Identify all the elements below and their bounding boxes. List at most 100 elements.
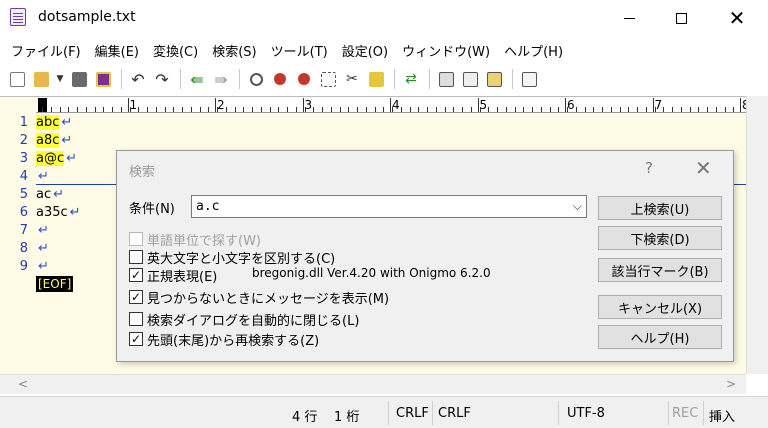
menu-help[interactable]: ヘルプ(H) — [499, 41, 568, 60]
menu-file[interactable]: ファイル(F) — [6, 41, 86, 60]
minimize-button[interactable] — [606, 0, 652, 36]
match-highlight: a@c — [36, 151, 65, 166]
title-bar: dotsample.txt ✕ — [0, 0, 768, 36]
ruler-number: 3 — [304, 98, 313, 112]
text-line[interactable]: ac ↵ — [36, 186, 81, 204]
return-mark-icon: ↵ — [61, 133, 73, 148]
text-line[interactable]: abc ↵ — [36, 114, 81, 132]
menu-settings[interactable]: 設定(O) — [337, 41, 393, 60]
menu-convert[interactable]: 変換(C) — [148, 41, 203, 60]
checkbox-regex[interactable]: ✓ — [129, 268, 143, 282]
text-line[interactable]: ↵ — [36, 240, 81, 258]
ruler-tick — [234, 107, 236, 112]
option-autoclose[interactable]: 検索ダイアログを自動的に閉じる(L) — [129, 310, 359, 329]
checkbox-case[interactable] — [129, 250, 143, 264]
ruler-tick — [208, 107, 210, 112]
ruler-number: 6 — [567, 98, 575, 112]
search-up-button[interactable] — [293, 68, 315, 90]
search-down-icon — [274, 73, 286, 85]
search-button[interactable] — [245, 68, 267, 90]
maximize-button[interactable] — [658, 0, 704, 36]
ruler-tick — [645, 107, 647, 112]
ruler-tick — [50, 107, 52, 112]
status-eol[interactable]: CRLF — [396, 406, 429, 421]
close-window-button[interactable]: ✕ — [714, 0, 760, 36]
search-condition-input[interactable]: a.c ⌵ — [191, 195, 587, 218]
scroll-right-icon[interactable]: > — [726, 377, 736, 391]
text-line[interactable]: a@c ↵ — [36, 150, 81, 168]
help-button[interactable]: ヘルプ(H) — [598, 325, 722, 349]
text-line[interactable]: ↵ — [36, 222, 81, 240]
ruler-tick — [698, 107, 700, 112]
text-lines[interactable]: abc ↵ a8c ↵ a@c ↵ ↵ ac ↵ a35c ↵ ↵ ↵ ↵ [EOF] — [36, 114, 81, 294]
ruler-tick — [94, 107, 96, 112]
new-file-button[interactable] — [6, 68, 28, 90]
search-up-dialog-button[interactable]: 上検索(U) — [598, 196, 722, 220]
tag-jump-button[interactable]: ⇄ — [400, 68, 422, 90]
status-eol-input[interactable]: CRLF — [438, 406, 471, 421]
condition-label: 条件(N) — [129, 202, 175, 217]
text-line[interactable]: a8c ↵ — [36, 132, 81, 150]
text-line[interactable]: ↵ — [36, 258, 81, 276]
redo-button[interactable]: ↷ — [151, 68, 173, 90]
menu-window[interactable]: ウィンドウ(W) — [397, 41, 495, 60]
line-number: 7 — [19, 223, 28, 238]
menu-edit[interactable]: 編集(E) — [90, 41, 144, 60]
save-all-button[interactable] — [92, 68, 114, 90]
mark-lines-button[interactable]: 該当行マーク(B) — [598, 258, 722, 282]
menu-tools[interactable]: ツール(T) — [266, 41, 333, 60]
status-insert-mode[interactable]: 挿入 — [709, 406, 735, 425]
open-dropdown-button[interactable]: ▼ — [54, 68, 66, 90]
ruler-tick — [488, 107, 490, 112]
ruler-major-tick — [390, 98, 391, 112]
ruler-tick — [287, 107, 288, 112]
status-encoding[interactable]: UTF-8 — [567, 406, 605, 421]
option-notfound[interactable]: ✓ 見つからないときにメッセージを表示(M) — [129, 288, 389, 307]
text-line[interactable]: a35c ↵ — [36, 204, 81, 222]
toolbar-separator — [239, 69, 240, 89]
scroll-left-icon[interactable]: < — [18, 377, 28, 391]
compare-button[interactable] — [435, 68, 457, 90]
cancel-button[interactable]: キャンセル(X) — [598, 295, 722, 319]
search-down-dialog-button[interactable]: 下検索(D) — [598, 226, 722, 250]
ruler-tick — [462, 107, 463, 112]
search-up-icon — [298, 73, 310, 85]
checkbox-autoclose[interactable] — [129, 312, 143, 326]
line-text: a35c — [36, 205, 68, 220]
vertical-scrollbar[interactable] — [746, 96, 768, 374]
return-mark-icon: ↵ — [66, 151, 78, 166]
menu-search[interactable]: 検索(S) — [207, 41, 261, 60]
ruler-tick — [85, 107, 87, 112]
return-mark-icon: ↵ — [38, 169, 49, 184]
outline-button[interactable] — [459, 68, 481, 90]
option-regex[interactable]: ✓ 正規表現(E) — [129, 266, 217, 285]
undo-button[interactable]: ↶ — [127, 68, 149, 90]
horizontal-scrollbar[interactable]: < > — [0, 374, 746, 394]
option-wrap[interactable]: ✓ 先頭(末尾)から再検索する(Z) — [129, 330, 319, 349]
checkbox-wrap[interactable]: ✓ — [129, 332, 143, 346]
chevron-down-icon[interactable]: ⌵ — [573, 196, 582, 217]
split-button[interactable] — [483, 68, 505, 90]
jump-back-button[interactable]: ⇚ — [186, 68, 208, 90]
settings-button[interactable] — [518, 68, 540, 90]
ruler-tick — [733, 107, 735, 112]
return-mark-icon: ↵ — [38, 259, 49, 274]
ruler-tick — [348, 107, 350, 112]
checkbox-word[interactable] — [129, 232, 143, 246]
checkbox-notfound[interactable]: ✓ — [129, 290, 143, 304]
grep-button[interactable] — [365, 68, 387, 90]
option-case[interactable]: 英大文字と小文字を区別する(C) — [129, 248, 335, 267]
maximize-icon — [675, 12, 687, 24]
save-button[interactable] — [68, 68, 90, 90]
clear-marks-button[interactable]: ✂ — [341, 68, 363, 90]
replace-button[interactable] — [317, 68, 339, 90]
option-word[interactable]: 単語単位で探す(W) — [129, 230, 261, 249]
dialog-help-icon[interactable]: ? — [645, 159, 653, 177]
open-file-button[interactable] — [30, 68, 52, 90]
return-mark-icon: ↵ — [38, 223, 49, 238]
search-down-button[interactable] — [269, 68, 291, 90]
return-mark-icon: ↵ — [53, 187, 65, 202]
jump-forward-button[interactable]: ⇛ — [210, 68, 232, 90]
dialog-close-button[interactable]: ✕ — [695, 156, 712, 180]
ruler-tick — [304, 107, 306, 112]
